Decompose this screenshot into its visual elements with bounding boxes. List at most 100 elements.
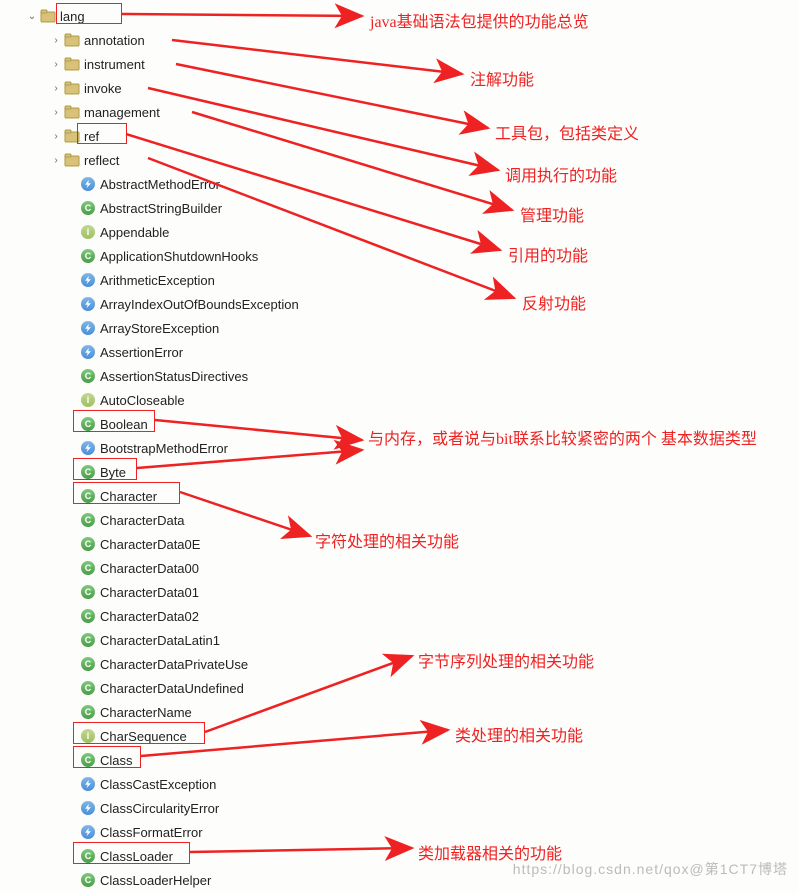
tree-item-label: ClassLoader (100, 849, 173, 864)
class-icon: C (80, 464, 96, 480)
class-icon: C (80, 608, 96, 624)
tree-item-ClassFormatError[interactable]: ClassFormatError (0, 820, 798, 844)
tree-item-ClassCircularityError[interactable]: ClassCircularityError (0, 796, 798, 820)
tree-item-label: ArrayIndexOutOfBoundsException (100, 297, 299, 312)
annotation-text: 与内存，或者说与bit联系比较紧密的两个 基本数据类型 (368, 430, 788, 450)
tree-item-label: CharacterData (100, 513, 185, 528)
tree-item-reflect[interactable]: › reflect (0, 148, 798, 172)
tree-item-label: CharacterData01 (100, 585, 199, 600)
package-icon (64, 152, 80, 168)
expand-icon[interactable]: › (48, 131, 64, 142)
tree-item-AssertionError[interactable]: AssertionError (0, 340, 798, 364)
expand-icon[interactable]: › (48, 107, 64, 118)
tree-item-label: AssertionStatusDirectives (100, 369, 248, 384)
annotation-text: 类处理的相关功能 (455, 722, 583, 746)
tree-item-label: Class (100, 753, 133, 768)
tree-item-CharacterData02[interactable]: C CharacterData02 (0, 604, 798, 628)
tree-item-label: Appendable (100, 225, 169, 240)
tree-item-Appendable[interactable]: I Appendable (0, 220, 798, 244)
class-icon: C (80, 848, 96, 864)
annotation-text: 字符处理的相关功能 (315, 528, 459, 552)
tree-item-invoke[interactable]: › invoke (0, 76, 798, 100)
tree-item-label: invoke (84, 81, 122, 96)
tree-item-label: CharacterDataUndefined (100, 681, 244, 696)
tree-item-CharacterName[interactable]: C CharacterName (0, 700, 798, 724)
class-icon: C (80, 872, 96, 888)
class-icon: C (80, 248, 96, 264)
annotation-text: 引用的功能 (508, 242, 588, 266)
class-icon: C (80, 512, 96, 528)
error-icon (80, 320, 96, 336)
class-icon: C (80, 488, 96, 504)
tree-item-CharacterDataPrivateUse[interactable]: C CharacterDataPrivateUse (0, 652, 798, 676)
tree-item-Byte[interactable]: C Byte (0, 460, 798, 484)
class-icon: C (80, 368, 96, 384)
package-icon (64, 128, 80, 144)
tree-item-AbstractStringBuilder[interactable]: CAbstractStringBuilder (0, 196, 798, 220)
tree-item-label: ArithmeticException (100, 273, 215, 288)
tree-item-label: ClassCastException (100, 777, 216, 792)
tree-item-ArithmeticException[interactable]: ArithmeticException (0, 268, 798, 292)
tree-item-label: ClassFormatError (100, 825, 203, 840)
annotation-text: 调用执行的功能 (505, 162, 617, 186)
class-icon: C (80, 632, 96, 648)
tree-item-label: ArrayStoreException (100, 321, 219, 336)
expand-icon[interactable]: › (48, 155, 64, 166)
tree-item-management[interactable]: › management (0, 100, 798, 124)
tree-item-label: ClassLoaderHelper (100, 873, 211, 888)
interface-icon: I (80, 224, 96, 240)
tree-item-label: CharacterDataPrivateUse (100, 657, 248, 672)
expand-icon[interactable]: ⌄ (24, 11, 40, 22)
interface-icon: I (80, 728, 96, 744)
tree-item-CharacterData00[interactable]: CCharacterData00 (0, 556, 798, 580)
tree-item-label: management (84, 105, 160, 120)
class-icon: C (80, 584, 96, 600)
tree-item-label: Character (100, 489, 157, 504)
error-icon (80, 776, 96, 792)
error-icon (80, 296, 96, 312)
class-icon: C (80, 200, 96, 216)
tree-item-ArrayStoreException[interactable]: ArrayStoreException (0, 316, 798, 340)
package-icon (64, 32, 80, 48)
tree-item-label: Boolean (100, 417, 148, 432)
package-icon (64, 80, 80, 96)
tree-item-AssertionStatusDirectives[interactable]: C AssertionStatusDirectives (0, 364, 798, 388)
tree-item-label: ref (84, 129, 99, 144)
expand-icon[interactable]: › (48, 83, 64, 94)
tree-item-label: instrument (84, 57, 145, 72)
tree-item-AbstractMethodError[interactable]: AbstractMethodError (0, 172, 798, 196)
tree-item-label: BootstrapMethodError (100, 441, 228, 456)
tree-item-label: AssertionError (100, 345, 183, 360)
tree-item-label: annotation (84, 33, 145, 48)
tree-item-instrument[interactable]: › instrument (0, 52, 798, 76)
tree-item-CharacterDataLatin1[interactable]: CCharacterDataLatin1 (0, 628, 798, 652)
tree-item-label: CharacterData0E (100, 537, 200, 552)
class-icon: C (80, 704, 96, 720)
tree-item-Character[interactable]: C Character (0, 484, 798, 508)
tree-item-label: AutoCloseable (100, 393, 185, 408)
error-icon (80, 824, 96, 840)
class-icon: C (80, 416, 96, 432)
tree-item-label: CharacterName (100, 705, 192, 720)
annotation-text: 反射功能 (522, 290, 586, 314)
tree-item-CharSequence[interactable]: I CharSequence (0, 724, 798, 748)
tree-item-label: CharSequence (100, 729, 187, 744)
tree-item-ref[interactable]: › ref (0, 124, 798, 148)
tree-item-label: reflect (84, 153, 119, 168)
expand-icon[interactable]: › (48, 59, 64, 70)
tree-item-label: Byte (100, 465, 126, 480)
tree-item-ClassCastException[interactable]: ClassCastException (0, 772, 798, 796)
tree-item-ArrayIndexOutOfBoundsException[interactable]: ArrayIndexOutOfBoundsException (0, 292, 798, 316)
tree-item-AutoCloseable[interactable]: IAutoCloseable (0, 388, 798, 412)
tree-item-CharacterData01[interactable]: C CharacterData01 (0, 580, 798, 604)
tree-item-CharacterDataUndefined[interactable]: CCharacterDataUndefined (0, 676, 798, 700)
annotation-text: 管理功能 (520, 202, 584, 226)
tree-item-ApplicationShutdownHooks[interactable]: CApplicationShutdownHooks (0, 244, 798, 268)
tree-item-label: AbstractMethodError (100, 177, 220, 192)
class-icon: C (80, 656, 96, 672)
annotation-text: 工具包，包括类定义 (495, 120, 639, 144)
expand-icon[interactable]: › (48, 35, 64, 46)
error-icon (80, 176, 96, 192)
tree-item-Class[interactable]: CClass (0, 748, 798, 772)
tree-item-label: CharacterData02 (100, 609, 199, 624)
